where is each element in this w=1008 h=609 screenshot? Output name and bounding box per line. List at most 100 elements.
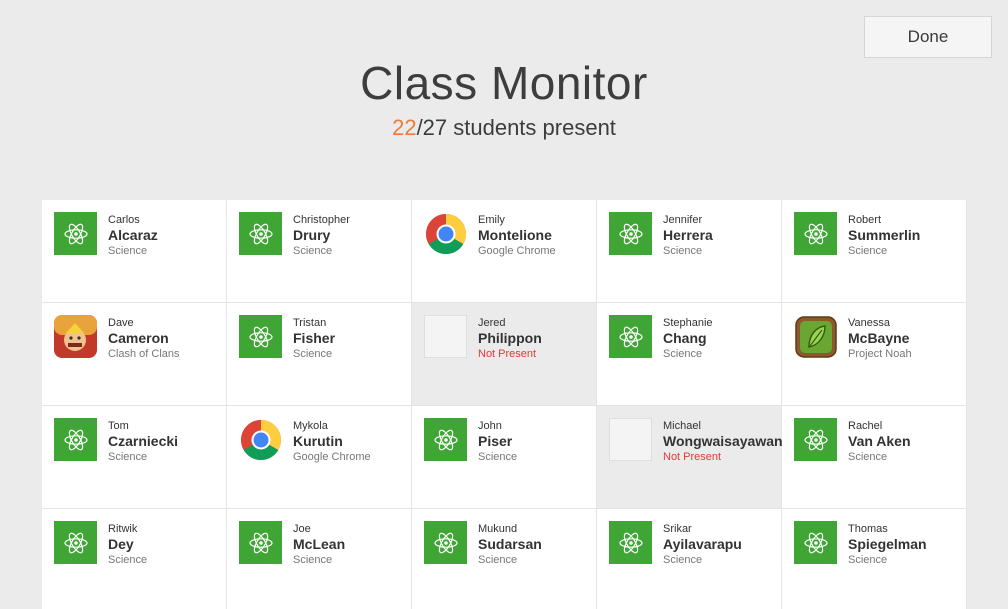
current-app-label: Project Noah: [848, 348, 912, 360]
attendance-summary: 22/27 students present: [0, 115, 1008, 141]
science-atom-icon: [609, 315, 652, 358]
done-button[interactable]: Done: [864, 16, 992, 58]
current-app-label: Science: [478, 554, 518, 566]
student-card[interactable]: John Piser Science: [412, 406, 597, 509]
student-info: John Piser Science: [478, 420, 592, 464]
student-first-name: Jered: [478, 317, 506, 329]
student-last-name: Czarniecki: [108, 433, 179, 449]
current-app-label: Science: [663, 348, 703, 360]
student-card[interactable]: Stephanie Chang Science: [597, 303, 782, 406]
current-app-label: Science: [848, 554, 888, 566]
student-first-name: Mykola: [293, 420, 328, 432]
student-first-name: Thomas: [848, 523, 888, 535]
student-last-name: Ayilavarapu: [663, 536, 742, 552]
student-last-name: Kurutin: [293, 433, 343, 449]
student-first-name: Joe: [293, 523, 311, 535]
student-card[interactable]: Mykola Kurutin Google Chrome: [227, 406, 412, 509]
student-info: Srikar Ayilavarapu Science: [663, 523, 777, 567]
student-card[interactable]: Dave Cameron Clash of Clans: [42, 303, 227, 406]
student-card[interactable]: Tom Czarniecki Science: [42, 406, 227, 509]
student-card[interactable]: Jered Philippon Not Present: [412, 303, 597, 406]
student-info: Vanessa McBayne Project Noah: [848, 317, 962, 361]
student-card[interactable]: Tristan Fisher Science: [227, 303, 412, 406]
current-app-label: Science: [478, 451, 518, 463]
student-last-name: Fisher: [293, 330, 336, 346]
student-info: Joe McLean Science: [293, 523, 407, 567]
student-first-name: Christopher: [293, 214, 350, 226]
student-card[interactable]: Srikar Ayilavarapu Science: [597, 509, 782, 609]
student-last-name: McLean: [293, 536, 346, 552]
student-info: Ritwik Dey Science: [108, 523, 222, 567]
student-info: Thomas Spiegelman Science: [848, 523, 962, 567]
not-present-status: Not Present: [663, 451, 722, 463]
present-count: 22: [392, 115, 417, 140]
student-first-name: John: [478, 420, 502, 432]
page-title: Class Monitor: [360, 57, 648, 109]
current-app-label: Science: [848, 451, 888, 463]
current-app-label: Science: [663, 554, 703, 566]
student-info: Rachel Van Aken Science: [848, 420, 962, 464]
student-first-name: Stephanie: [663, 317, 713, 329]
student-last-name: Cameron: [108, 330, 169, 346]
student-last-name: Drury: [293, 227, 331, 243]
student-last-name: Van Aken: [848, 433, 911, 449]
chrome-icon: [424, 212, 467, 255]
student-last-name: McBayne: [848, 330, 910, 346]
science-atom-icon: [239, 521, 282, 564]
student-first-name: Rachel: [848, 420, 883, 432]
current-app-label: Science: [108, 245, 148, 257]
student-info: Tom Czarniecki Science: [108, 420, 222, 464]
not-present-status: Not Present: [478, 348, 537, 360]
student-card[interactable]: Michael Wongwaisayawan Not Present: [597, 406, 783, 509]
student-last-name: Spiegelman: [848, 536, 927, 552]
student-first-name: Emily: [478, 214, 505, 226]
student-info: Jered Philippon Not Present: [478, 317, 592, 361]
student-info: Emily Montelione Google Chrome: [478, 214, 592, 258]
science-atom-icon: [54, 212, 97, 255]
student-card[interactable]: Carlos Alcaraz Science: [42, 200, 227, 303]
student-card[interactable]: Rachel Van Aken Science: [782, 406, 967, 509]
current-app-label: Science: [663, 245, 703, 257]
student-last-name: Alcaraz: [108, 227, 158, 243]
student-info: Mykola Kurutin Google Chrome: [293, 420, 407, 464]
student-last-name: Dey: [108, 536, 134, 552]
science-atom-icon: [54, 418, 97, 461]
project-noah-icon: [794, 315, 837, 358]
student-card[interactable]: Christopher Drury Science: [227, 200, 412, 303]
current-app-label: Google Chrome: [293, 451, 371, 463]
current-app-label: Google Chrome: [478, 245, 556, 257]
student-info: Mukund Sudarsan Science: [478, 523, 592, 567]
student-first-name: Tom: [108, 420, 129, 432]
student-info: Robert Summerlin Science: [848, 214, 962, 258]
science-atom-icon: [424, 521, 467, 564]
student-card[interactable]: Ritwik Dey Science: [42, 509, 227, 609]
student-card[interactable]: Vanessa McBayne Project Noah: [782, 303, 967, 406]
student-grid: Carlos Alcaraz Science Christopher Drury Scie…: [42, 200, 967, 609]
student-info: Tristan Fisher Science: [293, 317, 407, 361]
science-atom-icon: [609, 212, 652, 255]
student-card[interactable]: Jennifer Herrera Science: [597, 200, 782, 303]
student-last-name: Herrera: [663, 227, 713, 243]
student-first-name: Vanessa: [848, 317, 890, 329]
student-first-name: Dave: [108, 317, 134, 329]
student-first-name: Jennifer: [663, 214, 703, 226]
student-card[interactable]: Mukund Sudarsan Science: [412, 509, 597, 609]
student-first-name: Michael: [663, 420, 701, 432]
student-card[interactable]: Robert Summerlin Science: [782, 200, 967, 303]
science-atom-icon: [794, 212, 837, 255]
science-atom-icon: [239, 315, 282, 358]
blank-icon: [609, 418, 652, 461]
science-atom-icon: [794, 418, 837, 461]
science-atom-icon: [239, 212, 282, 255]
student-info: Michael Wongwaisayawan Not Present: [663, 420, 783, 464]
student-first-name: Srikar: [663, 523, 692, 535]
student-first-name: Tristan: [293, 317, 327, 329]
student-info: Christopher Drury Science: [293, 214, 407, 258]
student-last-name: Wongwaisayawan: [663, 433, 783, 449]
student-card[interactable]: Joe McLean Science: [227, 509, 412, 609]
clash-of-clans-icon: [54, 315, 97, 358]
student-card[interactable]: Thomas Spiegelman Science: [782, 509, 967, 609]
current-app-label: Science: [293, 554, 333, 566]
student-card[interactable]: Emily Montelione Google Chrome: [412, 200, 597, 303]
science-atom-icon: [794, 521, 837, 564]
